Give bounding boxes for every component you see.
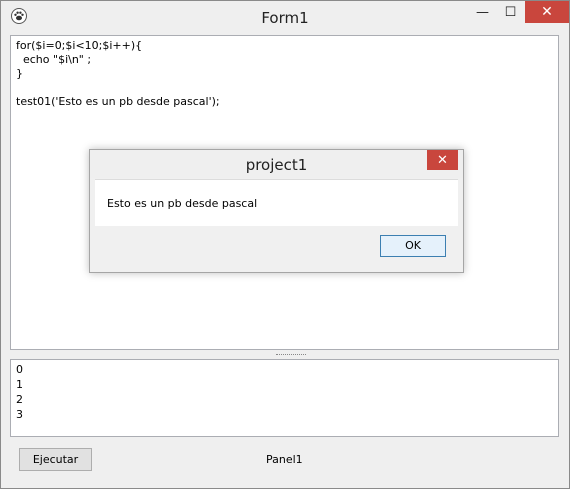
- dialog-title-bar[interactable]: project1 ✕: [90, 150, 463, 178]
- splitter-grip-icon: [276, 354, 306, 356]
- output-line: 0: [16, 363, 23, 376]
- minimize-icon[interactable]: —: [469, 1, 496, 23]
- maximize-icon[interactable]: ☐: [497, 1, 524, 23]
- dialog-close-icon[interactable]: ✕: [427, 150, 458, 170]
- dialog-footer: OK: [95, 226, 458, 266]
- dialog-body: Esto es un pb desde pascal: [95, 179, 458, 226]
- panel-caption: Panel1: [266, 453, 303, 466]
- output-memo[interactable]: 0 1 2 3: [10, 359, 559, 437]
- output-line: 1: [16, 378, 23, 391]
- splitter-handle[interactable]: [10, 351, 561, 358]
- dialog-message: Esto es un pb desde pascal: [107, 197, 258, 210]
- output-line: 3: [16, 408, 23, 421]
- title-bar[interactable]: Form1 — ☐ ✕: [1, 1, 569, 31]
- output-line: 2: [16, 393, 23, 406]
- bottom-panel: Ejecutar Panel1: [10, 439, 561, 483]
- message-dialog: project1 ✕ Esto es un pb desde pascal OK: [89, 149, 464, 273]
- close-icon[interactable]: ✕: [525, 1, 569, 23]
- ok-button[interactable]: OK: [380, 235, 446, 257]
- execute-button[interactable]: Ejecutar: [19, 448, 92, 471]
- dialog-title: project1: [245, 156, 308, 174]
